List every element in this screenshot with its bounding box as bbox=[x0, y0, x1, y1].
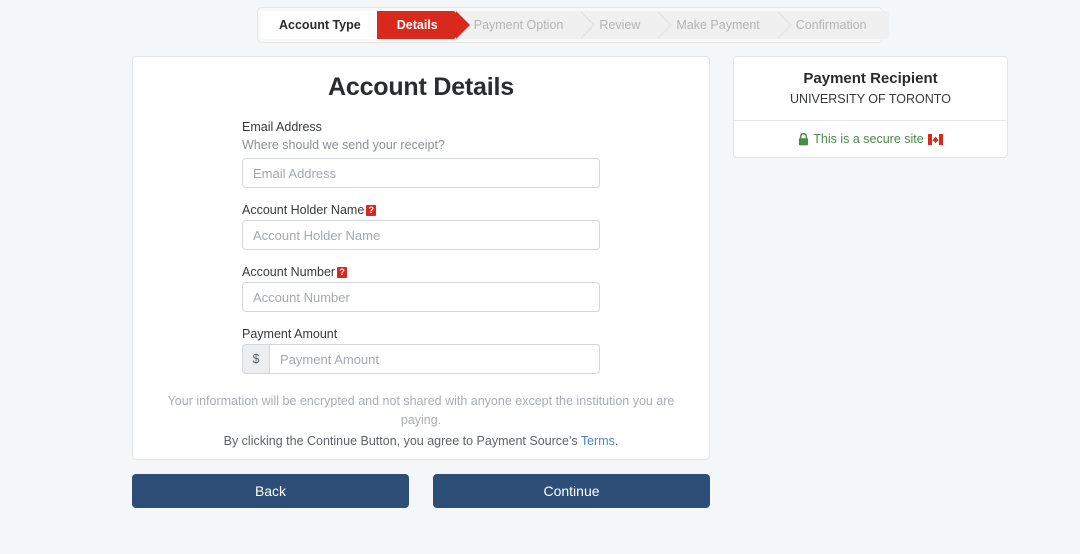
field-group-account-holder: Account Holder Name? bbox=[242, 202, 709, 250]
secure-site-notice: This is a secure site bbox=[734, 121, 1007, 157]
canada-flag-icon bbox=[927, 133, 943, 145]
payment-recipient-card: Payment Recipient UNIVERSITY OF TORONTO … bbox=[733, 56, 1008, 158]
payment-amount-input[interactable] bbox=[269, 344, 600, 374]
account-holder-label-text: Account Holder Name bbox=[242, 203, 365, 217]
step-payment-option[interactable]: Payment Option bbox=[453, 11, 595, 39]
payment-amount-label: Payment Amount bbox=[242, 327, 338, 341]
account-number-label-text: Account Number bbox=[242, 265, 336, 279]
field-group-payment-amount: Payment Amount $ bbox=[242, 326, 709, 374]
account-number-label: Account Number? bbox=[242, 264, 709, 281]
step-label: Payment Option bbox=[473, 18, 564, 32]
progress-stepper: Account Type Details Payment Option Revi… bbox=[257, 7, 889, 43]
step-label: Details bbox=[396, 18, 438, 32]
terms-link[interactable]: Terms bbox=[581, 434, 615, 448]
form-body: Email Address Where should we send your … bbox=[133, 119, 709, 374]
encryption-notice: Your information will be encrypted and n… bbox=[167, 394, 675, 427]
account-holder-input[interactable] bbox=[242, 220, 600, 250]
back-button[interactable]: Back bbox=[132, 474, 409, 508]
account-number-input[interactable] bbox=[242, 282, 600, 312]
terms-prefix: By clicking the Continue Button, you agr… bbox=[223, 434, 581, 448]
step-label: Review bbox=[599, 18, 641, 32]
account-details-card: Account Details Email Address Where shou… bbox=[132, 56, 710, 460]
email-hint: Where should we send your receipt? bbox=[242, 138, 445, 152]
lock-icon bbox=[798, 132, 809, 146]
field-group-account-number: Account Number? bbox=[242, 264, 709, 312]
step-confirmation[interactable]: Confirmation bbox=[775, 11, 889, 39]
secure-site-label: This is a secure site bbox=[813, 132, 924, 146]
currency-symbol-icon: $ bbox=[242, 344, 269, 374]
terms-notice: By clicking the Continue Button, you agr… bbox=[133, 432, 709, 451]
recipient-title: Payment Recipient bbox=[803, 70, 938, 87]
email-label: Email Address bbox=[242, 120, 322, 134]
help-question-icon[interactable]: ? bbox=[337, 267, 348, 278]
page-title: Account Details bbox=[328, 73, 514, 101]
account-holder-label: Account Holder Name? bbox=[242, 202, 709, 219]
terms-suffix: . bbox=[614, 434, 619, 448]
step-details[interactable]: Details bbox=[376, 11, 470, 39]
field-group-email: Email Address Where should we send your … bbox=[242, 119, 709, 188]
step-label: Make Payment bbox=[676, 18, 760, 32]
continue-button[interactable]: Continue bbox=[433, 474, 710, 508]
email-input[interactable] bbox=[242, 158, 600, 188]
help-question-icon[interactable]: ? bbox=[366, 205, 377, 216]
recipient-name: UNIVERSITY OF TORONTO bbox=[790, 92, 951, 106]
recipient-header: Payment Recipient UNIVERSITY OF TORONTO bbox=[734, 57, 1007, 121]
step-make-payment[interactable]: Make Payment bbox=[656, 11, 793, 39]
payment-amount-input-group: $ bbox=[242, 344, 600, 374]
step-label: Account Type bbox=[279, 18, 361, 32]
step-account-type[interactable]: Account Type bbox=[261, 11, 393, 39]
step-label: Confirmation bbox=[795, 18, 867, 32]
